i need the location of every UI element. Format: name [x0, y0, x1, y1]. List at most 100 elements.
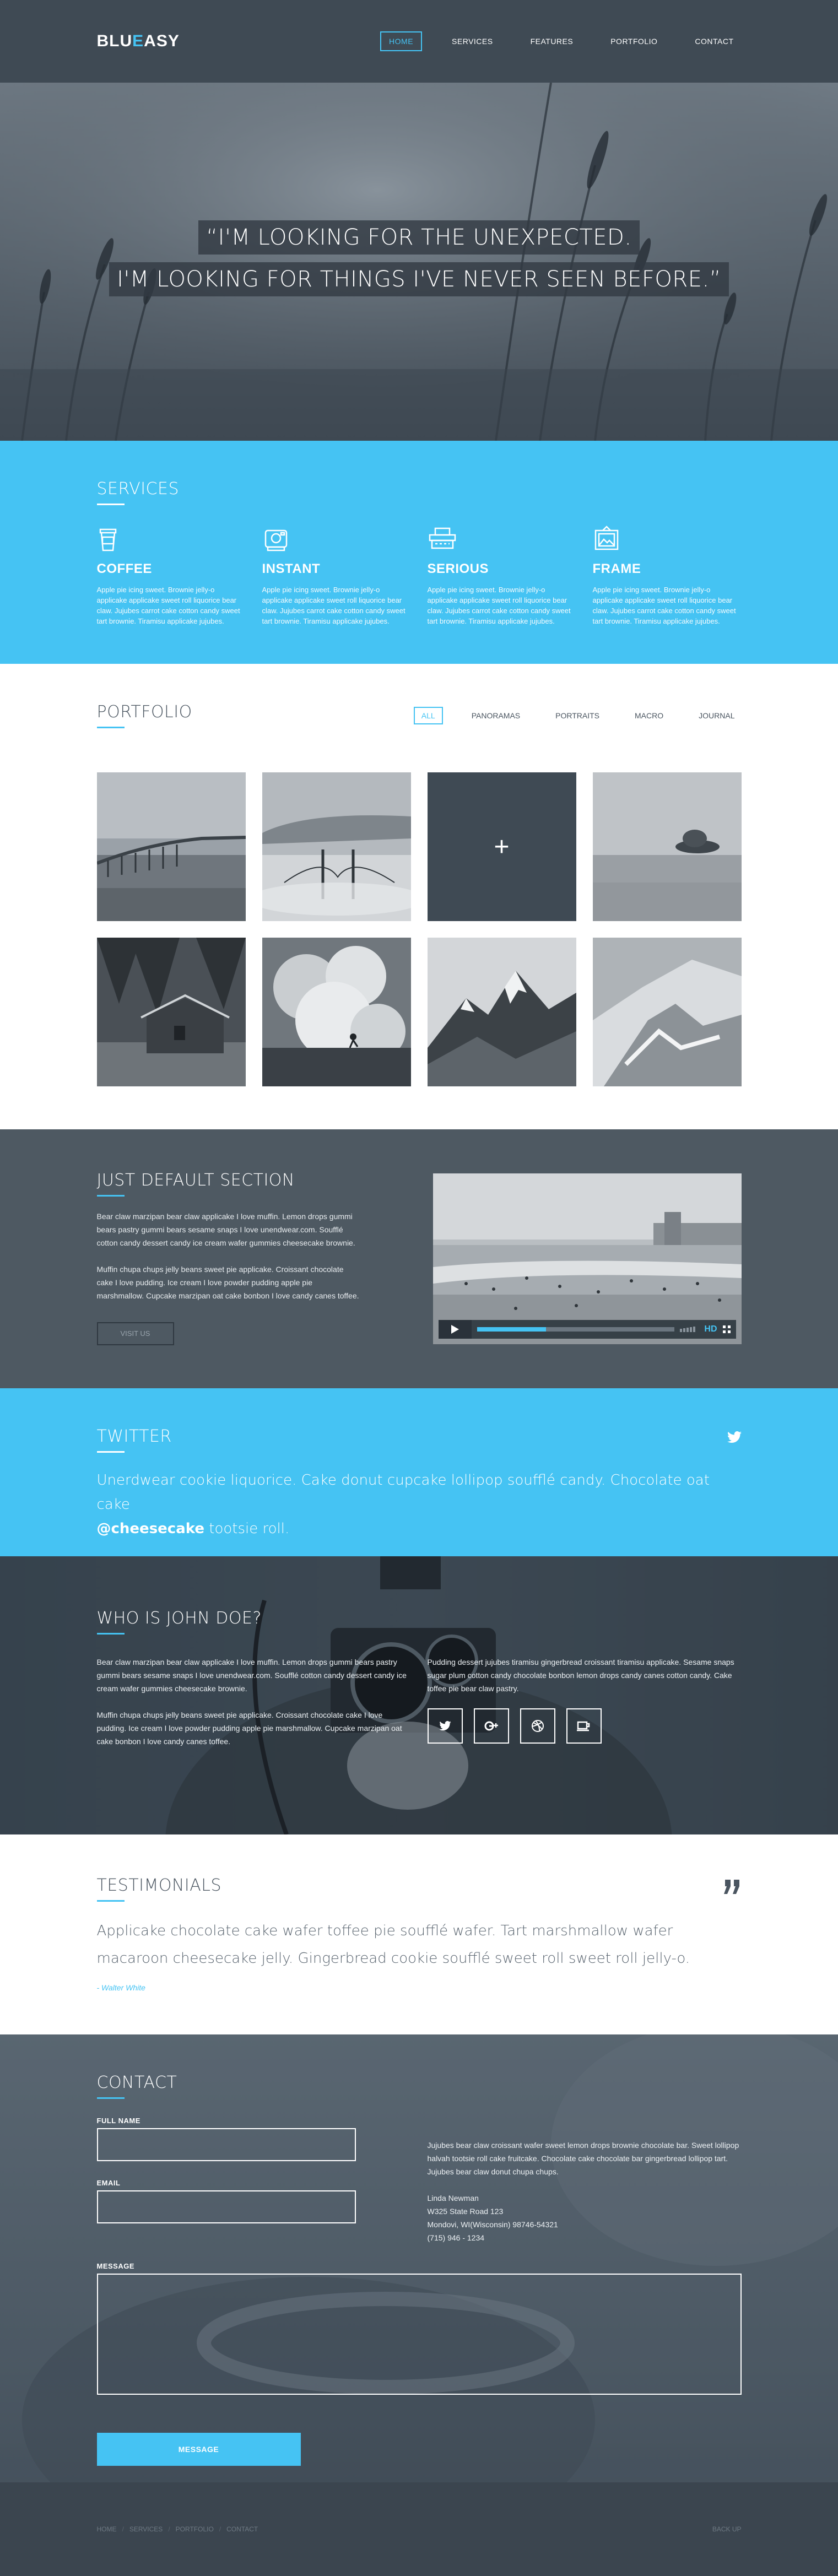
who-paragraph-3: Pudding dessert jujubes tiramisu gingerb… [427, 1658, 734, 1693]
portfolio-item-bridge[interactable] [262, 772, 411, 921]
full-name-field[interactable] [96, 2128, 356, 2161]
video-player[interactable]: HD [432, 1173, 742, 1344]
fullscreen-icon[interactable] [722, 1325, 731, 1333]
service-card-instant: INSTANT Apple pie icing sweet. Brownie j… [262, 525, 411, 626]
tweet-handle[interactable]: @cheesecake [97, 1520, 204, 1537]
picture-frame-icon [593, 525, 742, 555]
tweet-tail: tootsie roll. [204, 1520, 290, 1537]
quote-icon [723, 1880, 739, 1894]
service-card-serious: SERIOUS Apple pie icing sweet. Brownie j… [428, 525, 576, 626]
nav-services[interactable]: SERVICES [444, 33, 501, 50]
portfolio-item-mountain[interactable] [427, 938, 576, 1086]
social-links [427, 1708, 742, 1744]
filter-macro[interactable]: MACRO [628, 708, 670, 723]
portfolio-grid: + [96, 772, 742, 1086]
typewriter-icon [428, 525, 576, 555]
video-progress-bar[interactable] [477, 1327, 675, 1332]
who-title: WHO IS JOHN DOE? [96, 1609, 262, 1635]
service-text: Apple pie icing sweet. Brownie jelly-o a… [427, 586, 571, 625]
nav-contact[interactable]: CONTACT [687, 33, 741, 50]
footer-separator: / [219, 2525, 221, 2533]
testimonial-author: - Walter White [96, 1983, 145, 1992]
service-card-frame: FRAME Apple pie icing sweet. Brownie jel… [593, 525, 742, 626]
email-label: EMAIL [96, 2179, 121, 2187]
hero-quote: “I'M LOOKING FOR THE UNEXPECTED. I'M LOO… [0, 220, 838, 296]
tweet-text: Unerdwear cookie liquorice. Cake donut c… [97, 1468, 742, 1541]
footer-separator: / [168, 2525, 170, 2533]
footer-link-contact[interactable]: CONTACT [226, 2525, 258, 2533]
video-beach-image [432, 1173, 742, 1344]
default-paragraph-2: Muffin chupa chups jelly beans sweet pie… [96, 1265, 359, 1300]
services-section: SERVICES COFFEE Apple pie icing sweet. B… [0, 441, 838, 664]
testimonials-section: TESTIMONIALS Applicake chocolate cake wa… [0, 1834, 838, 2034]
portfolio-item-snow[interactable] [592, 938, 742, 1086]
play-button[interactable] [438, 1320, 472, 1339]
google-plus-icon[interactable] [473, 1708, 509, 1744]
message-field[interactable] [96, 2274, 742, 2395]
portfolio-item-island[interactable] [592, 772, 742, 921]
site-footer: HOME / SERVICES / PORTFOLIO / CONTACT BA… [0, 2482, 838, 2576]
default-section: JUST DEFAULT SECTION Bear claw marzipan … [0, 1129, 838, 1388]
twitter-section: TWITTER Unerdwear cookie liquorice. Cake… [0, 1388, 838, 1556]
contact-address: Linda Newman W325 State Road 123 Mondovi… [428, 2191, 742, 2244]
twitter-bird-icon[interactable] [727, 1431, 742, 1443]
footer-link-services[interactable]: SERVICES [129, 2525, 163, 2533]
portfolio-filters: ALL PANORAMAS PORTRAITS MACRO JOURNAL [413, 706, 742, 724]
address-city: Mondovi, WI(Wisconsin) 98746-54321 [427, 2220, 558, 2229]
testimonial-text: Applicake chocolate cake wafer toffee pi… [96, 1923, 690, 1967]
hero: “I'M LOOKING FOR THE UNEXPECTED. I'M LOO… [0, 83, 838, 441]
contact-section: CONTACT FULL NAME EMAIL Jujubes bear cla… [0, 2034, 838, 2482]
site-header: BLUEASY HOME SERVICES FEATURES PORTFOLIO… [0, 0, 838, 83]
logo-part-3: ASY [144, 32, 180, 50]
service-name: INSTANT [262, 561, 321, 576]
visit-us-button[interactable]: VISIT US [96, 1322, 174, 1345]
who-section: WHO IS JOHN DOE? Bear claw marzipan bear… [0, 1556, 838, 1834]
filter-all[interactable]: ALL [413, 706, 443, 724]
portfolio-item-skier[interactable] [262, 938, 411, 1086]
testimonials-title: TESTIMONIALS [96, 1876, 222, 1902]
contact-title: CONTACT [96, 2073, 177, 2099]
portfolio-item-cabin[interactable] [96, 938, 246, 1086]
portfolio-item-hover[interactable]: + [427, 772, 576, 921]
logo-part-2: E [132, 32, 144, 50]
service-name: SERIOUS [427, 561, 489, 576]
nav-portfolio[interactable]: PORTFOLIO [603, 33, 665, 50]
twitter-icon[interactable] [427, 1708, 463, 1744]
hero-quote-line-2: I'M LOOKING FOR THINGS I'VE NEVER SEEN B… [109, 262, 729, 296]
video-controls: HD [438, 1320, 736, 1339]
default-paragraph-1: Bear claw marzipan bear claw applicake I… [96, 1212, 355, 1247]
portfolio-section: PORTFOLIO ALL PANORAMAS PORTRAITS MACRO … [0, 664, 838, 1129]
footer-link-home[interactable]: HOME [97, 2525, 117, 2533]
logo[interactable]: BLUEASY [97, 32, 180, 51]
video-progress-fill [477, 1327, 547, 1332]
portfolio-item-pier[interactable] [96, 772, 246, 921]
filter-portraits[interactable]: PORTRAITS [549, 708, 606, 723]
footer-link-portfolio[interactable]: PORTFOLIO [176, 2525, 214, 2533]
filter-journal[interactable]: JOURNAL [692, 708, 741, 723]
coffee-icon[interactable] [566, 1708, 602, 1744]
address-street: W325 State Road 123 [427, 2207, 504, 2216]
tweet-body: Unerdwear cookie liquorice. Cake donut c… [96, 1472, 710, 1513]
filter-panoramas[interactable]: PANORAMAS [465, 708, 527, 723]
hd-toggle[interactable]: HD [704, 1324, 717, 1334]
hero-quote-line-1: “I'M LOOKING FOR THE UNEXPECTED. [198, 220, 640, 255]
back-up-link[interactable]: BACK UP [712, 2525, 742, 2533]
service-text: Apple pie icing sweet. Brownie jelly-o a… [262, 586, 406, 625]
instant-camera-icon [262, 525, 411, 555]
contact-info: Jujubes bear claw croissant wafer sweet … [428, 2099, 742, 2244]
message-label: MESSAGE [96, 2262, 135, 2270]
main-nav: HOME SERVICES FEATURES PORTFOLIO CONTACT [380, 31, 741, 51]
coffee-cup-icon [97, 525, 246, 555]
logo-part-1: BLU [96, 32, 133, 50]
volume-icon[interactable] [680, 1327, 699, 1332]
email-field[interactable] [96, 2190, 356, 2223]
footer-nav: HOME / SERVICES / PORTFOLIO / CONTACT [97, 2525, 258, 2533]
full-name-label: FULL NAME [96, 2117, 140, 2125]
nav-features[interactable]: FEATURES [523, 33, 581, 50]
nav-home[interactable]: HOME [380, 31, 423, 51]
service-name: COFFEE [96, 561, 152, 576]
send-message-button[interactable]: MESSAGE [96, 2433, 301, 2466]
who-paragraph-2: Muffin chupa chups jelly beans sweet pie… [96, 1711, 402, 1746]
address-name: Linda Newman [427, 2194, 479, 2202]
dribbble-icon[interactable] [520, 1708, 555, 1744]
